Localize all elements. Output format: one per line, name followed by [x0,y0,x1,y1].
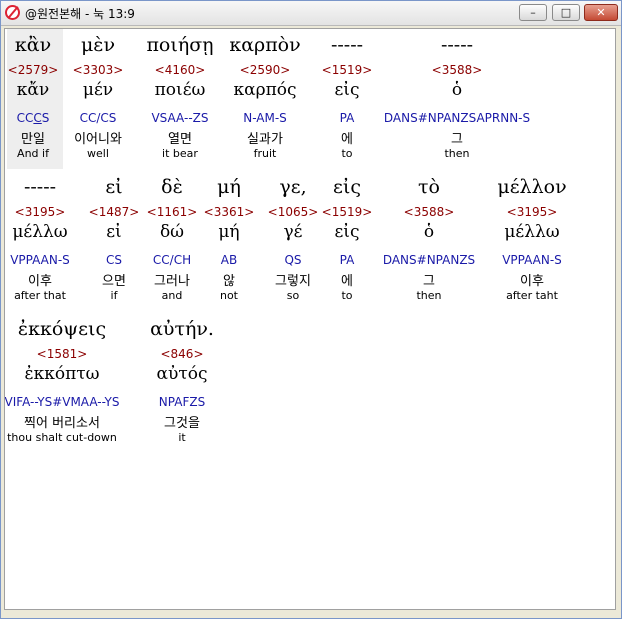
word-strong: <3588> [431,63,483,77]
word-parse: NPAFZS [158,395,206,409]
minimize-button[interactable]: – [519,4,547,21]
word-strong: <3195> [506,205,558,219]
word-lemma: αὐτός [156,364,208,384]
word-greek: αὐτήν. [150,318,214,340]
word-korean: 그 [451,132,463,147]
word-greek: μέλλον [497,176,567,198]
word-strong: <846> [160,347,204,361]
title-bar[interactable]: @원전본해 - 눅 13:9 – □ ✕ [1,1,621,26]
word-lemma: μέλλω [504,222,560,242]
word-english: then [444,147,470,160]
interlinear-view[interactable]: κἂν <2579> κἄν CCCS 만일 And if μὲν <3303> μέν CC/C… [4,28,616,610]
word-parse: VPPAAN-S [502,253,562,267]
word-english: after taht [506,289,558,302]
app-window: @원전본해 - 눅 13:9 – □ ✕ κἂν <2579> κἄν CCCS 만일 A… [0,0,622,619]
close-button[interactable]: ✕ [584,4,618,21]
maximize-button[interactable]: □ [552,4,580,21]
word-korean: 그것을 [164,416,200,431]
word-korean: 이후 [520,274,544,289]
word-english: it [178,431,186,444]
window-title: @원전본해 - 눅 13:9 [25,7,135,21]
word-lemma: ὁ [451,80,463,100]
word-parse: DANS#NPANZSAPRNN-S [383,111,531,125]
app-logo-icon [5,5,20,20]
word-greek: ----- [440,34,474,56]
